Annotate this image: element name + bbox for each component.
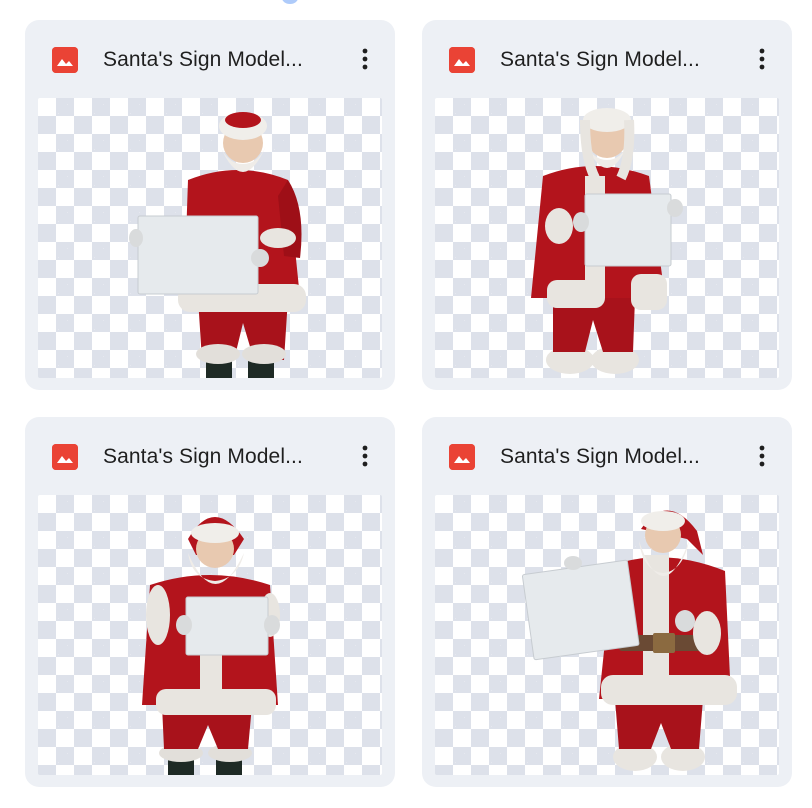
more-vert-icon [362,48,368,70]
file-title[interactable]: Santa's Sign Model... [103,46,333,74]
image-thumbnail[interactable] [38,98,382,378]
santa-holding-sign-image [129,112,306,378]
file-card-header: Santa's Sign Model... [25,417,395,495]
more-vert-icon [759,48,765,70]
file-grid: Santa's Sign Model... Santa's Sign Model… [0,0,812,808]
file-card[interactable]: Santa's Sign Model... [25,20,395,390]
image-file-icon [52,47,78,73]
file-card[interactable]: Santa's Sign Model... [422,20,792,390]
image-file-icon [449,444,475,470]
image-file-icon [449,47,475,73]
more-actions-button[interactable] [347,438,383,474]
image-thumbnail[interactable] [435,495,779,775]
image-thumbnail[interactable] [435,98,779,378]
more-actions-button[interactable] [744,438,780,474]
image-thumbnail[interactable] [38,495,382,775]
more-vert-icon [362,445,368,467]
more-vert-icon [759,445,765,467]
file-card-header: Santa's Sign Model... [422,417,792,495]
file-card[interactable]: Santa's Sign Model... [422,417,792,787]
file-card-header: Santa's Sign Model... [25,20,395,98]
file-title[interactable]: Santa's Sign Model... [103,443,333,471]
file-title[interactable]: Santa's Sign Model... [500,46,730,74]
top-edge-indicator [282,0,298,4]
santa-holding-sign-image [531,108,683,374]
santa-holding-sign-image [142,517,280,775]
more-actions-button[interactable] [347,41,383,77]
more-actions-button[interactable] [744,41,780,77]
file-card-header: Santa's Sign Model... [422,20,792,98]
santa-holding-sign-image [521,510,737,771]
file-card[interactable]: Santa's Sign Model... [25,417,395,787]
image-file-icon [52,444,78,470]
file-title[interactable]: Santa's Sign Model... [500,443,730,471]
